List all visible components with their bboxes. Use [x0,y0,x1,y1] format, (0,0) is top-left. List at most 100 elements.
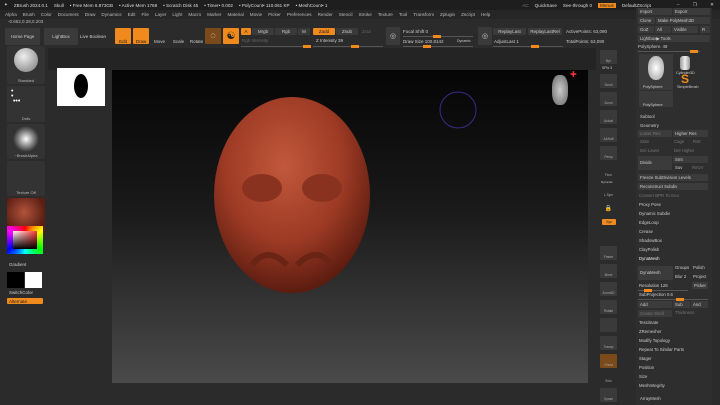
geometry-header[interactable]: Geometry [640,123,659,128]
convert-bpr-button[interactable]: Convert BPR To Geo [639,193,679,198]
navigation-thumbnail[interactable] [57,68,105,106]
menu-item[interactable]: Zscript [461,12,475,17]
secondary-color-swatch[interactable] [25,272,42,288]
bpr-button[interactable]: Bpr [600,50,617,64]
reuv-button[interactable]: ReUV [692,165,703,170]
del-higher-button[interactable]: Del Higher [674,148,694,153]
polysphere-thumb-2[interactable]: PolySphere [639,91,673,107]
zadd-button[interactable]: Zadd [313,28,335,35]
menu-item[interactable]: Material [227,12,243,17]
menu-item[interactable]: Macro [188,12,201,17]
home-page-button[interactable]: Home Page [5,28,40,45]
menu-item[interactable]: Stroke [358,12,371,17]
r-button[interactable]: R [700,26,710,33]
subprojection-slider[interactable]: SubProjection 0.6 [639,292,673,297]
position-item[interactable]: Position [639,365,654,370]
sculptris-pro-icon[interactable]: ◎ [386,27,400,45]
alternate-button[interactable]: Alternate [7,298,43,304]
menu-item[interactable]: Help [481,12,490,17]
divide-button[interactable]: Divide [638,156,672,170]
polish-toggle[interactable]: Polish [693,265,705,270]
dynamic-subdiv-item[interactable]: Dynamic Subdiv [639,211,670,216]
xpose-button[interactable]: Xpose [600,388,617,402]
replay-last-button[interactable]: ReplayLast [493,28,526,35]
scroll-button[interactable]: Scroll [600,74,617,88]
del-lower-button[interactable]: Del Lower [640,148,659,153]
menu-item[interactable]: Brush [23,12,35,17]
frame-button[interactable]: Frame [600,246,617,260]
project-toggle[interactable]: Project [693,274,706,279]
import-button[interactable]: Import [638,8,672,15]
alpha-picker[interactable]: ~BrushAlpha [7,124,45,159]
lower-res-button[interactable]: Lower Res [638,130,672,137]
zoom-button[interactable]: Zoom [600,92,617,106]
menu-item[interactable]: Dynamics [101,12,121,17]
goz-button[interactable]: GoZ [638,26,654,33]
simplebrush-label[interactable]: SimpleBrush [677,85,699,89]
zcut-button[interactable]: Zcut [362,29,371,34]
arraymesh-header[interactable]: ArrayMesh [640,396,661,401]
rotate-button[interactable]: Rotate [189,28,204,44]
menu-item[interactable]: Tool [399,12,407,17]
menu-item[interactable]: Color [41,12,52,17]
thickness-slider[interactable]: Thickness [675,310,694,315]
rotate-view-button[interactable]: Rotate [600,300,617,314]
mrgb-button[interactable]: Mrgb [252,28,274,35]
cylinder-icon[interactable] [680,56,690,70]
higher-res-button[interactable]: Higher Res [673,130,708,137]
persp-button[interactable]: Persp [600,146,617,160]
live-boolean-button[interactable]: Live Boolean [78,28,108,45]
lightbox-tools-button[interactable]: Lightbox▶ Tools [638,35,710,42]
menu-item[interactable]: Movie [250,12,262,17]
zsub-button[interactable]: Zsub [336,28,358,35]
replay-last-rel-button[interactable]: ReplayLastRel [528,28,562,35]
adjust-last-slider[interactable]: AdjustLast 1 [494,39,519,44]
aahalf-button[interactable]: AAHalf [600,128,617,142]
draw-size-slider[interactable]: Draw Size 100.8142 [403,39,444,44]
polysphere-slider[interactable]: PolySphere. 48 [638,44,667,49]
rgb-button[interactable]: Rgb [275,28,297,35]
rstr-button[interactable]: Rstr [693,139,701,144]
viewport-canvas[interactable]: ✚ [57,68,588,383]
claypolish-item[interactable]: ClayPolish [639,247,659,252]
rgb-intensity-slider[interactable]: Rgb Intensity [242,38,268,43]
picker-button[interactable]: Picker [692,282,708,289]
menu-item[interactable]: Draw [85,12,96,17]
suv-toggle[interactable]: Suv [675,165,682,170]
menu-item[interactable]: Stencil [339,12,353,17]
stroke-picker[interactable]: • • ••• Dots [7,86,45,122]
groups-toggle[interactable]: Groups [675,265,689,270]
gradient-label[interactable]: Gradient [9,262,26,267]
spix-slider[interactable]: SPix 3 [602,66,612,70]
orientation-head-icon[interactable] [552,75,568,105]
repeat-similar-item[interactable]: Repeat To Similar Parts [639,347,684,352]
brush-picker[interactable]: Standard [7,46,45,84]
clone-button[interactable]: Clone [638,17,655,24]
sdiv-slider[interactable]: SDiv [640,139,649,144]
menus-button[interactable]: Menus [598,2,616,8]
cage-button[interactable]: Cage [674,139,684,144]
focal-shift-slider[interactable]: Focal Shift 0 [403,29,428,34]
lock-icon[interactable]: 🔒 [600,203,617,217]
menu-item[interactable]: Layer [155,12,167,17]
polyf-button[interactable] [600,318,617,332]
crease-item[interactable]: Crease [639,229,653,234]
z-intensity-slider[interactable]: Z Intensity 39 [316,38,343,43]
create-shell-button[interactable]: Create Shell [638,310,672,317]
proxy-pose-item[interactable]: Proxy Pose [639,202,661,207]
move-button[interactable]: Move [152,28,167,44]
all-button[interactable]: All [655,26,671,33]
zoom3d-button[interactable]: Zoom3D [600,282,617,296]
simplebrush-icon[interactable]: S [681,72,689,86]
freeze-subdivision-button[interactable]: Freeze SubDivision Levels [638,174,708,181]
move-view-button[interactable]: Move [600,264,617,278]
switch-color-button[interactable]: SwitchColor [9,290,33,295]
material-sphere-icon[interactable]: ◯ [205,28,221,44]
smt-toggle[interactable]: Smt [673,156,708,163]
axis-gizmo-icon[interactable]: ✚ [570,70,577,79]
menu-item[interactable]: Preferences [287,12,312,17]
brush-stroke-icon[interactable]: ☯ [223,28,239,44]
tessimate-item[interactable]: Tessimate [639,320,658,325]
lsym-button[interactable]: L.Sym [600,184,617,198]
xyz-button[interactable]: Xyz [602,219,616,225]
